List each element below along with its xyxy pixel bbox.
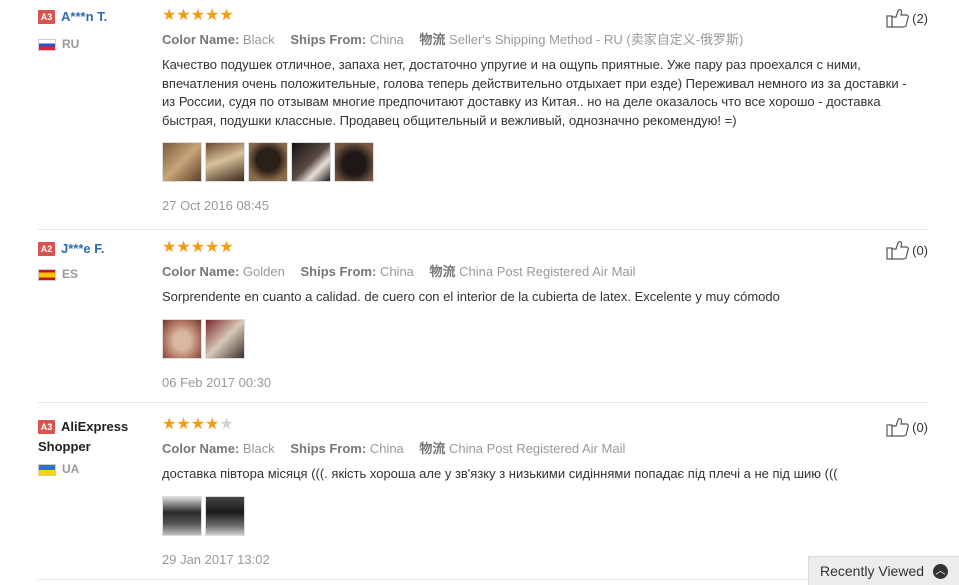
review-photo-thumbnail[interactable] [291,142,331,182]
reviewer-info: A3 A***n T. RU [38,8,158,51]
thumbs-up-icon [886,241,910,260]
ru-flag-icon [38,38,56,51]
thumbs-up-icon [886,418,910,437]
reviewer-country: UA [38,462,79,476]
star-rating: ★★★★★ [162,239,234,256]
helpful-button[interactable]: (0) [886,240,928,260]
helpful-count: (0) [912,419,928,435]
review-text: доставка півтора місяця (((. якість хоро… [162,466,838,481]
buyer-level-badge: A3 [38,10,55,24]
review-photo-thumbnail[interactable] [248,142,288,182]
order-attributes: Color Name: Black Ships From: China 物流 C… [162,441,626,456]
reviewer-info: A3 AliExpress Shopper UA [38,417,148,476]
review-text: Sorprendente en cuanto a calidad. de cue… [162,289,780,304]
helpful-count: (0) [912,242,928,258]
order-attributes: Color Name: Black Ships From: China 物流 S… [162,32,744,47]
star-rating: ★★★★★ [162,416,234,433]
buyer-level-badge: A3 [38,419,55,434]
review-photo-thumbnail[interactable] [205,142,245,182]
review-photos [162,495,922,536]
ua-flag-icon [38,463,56,476]
reviewer-info: A2 J***e F. ES [38,240,158,281]
chevron-up-icon: ︿ [933,563,949,579]
review-photo-thumbnail[interactable] [205,318,245,359]
review-photos [162,318,922,359]
review-date: 27 Oct 2016 08:45 [162,198,269,213]
review-photos [162,142,922,182]
reviewer-country: ES [38,267,78,281]
reviewer-country: RU [38,37,79,51]
reviewer-name[interactable]: A***n T. [61,9,107,24]
recently-viewed-tab[interactable]: Recently Viewed ︿ [808,556,959,585]
review-item: A3 AliExpress Shopper UA ★★★★★ Color Name… [38,417,928,580]
review-photo-thumbnail[interactable] [205,495,245,536]
buyer-level-badge: A2 [38,242,55,256]
review-photo-thumbnail[interactable] [162,495,202,536]
recently-viewed-label: Recently Viewed [820,563,925,579]
review-photo-thumbnail[interactable] [162,318,202,359]
helpful-button[interactable]: (0) [886,417,928,437]
helpful-button[interactable]: (2) [886,8,928,28]
review-text: Качество подушек отличное, запаха нет, д… [162,57,907,128]
review-date: 06 Feb 2017 00:30 [162,374,272,390]
order-attributes: Color Name: Golden Ships From: China 物流 … [162,264,636,279]
review-item: A3 A***n T. RU ★★★★★ Color Name: Black Sh… [38,8,928,230]
helpful-count: (2) [912,10,928,26]
reviewer-name[interactable]: J***e F. [61,241,104,256]
review-photo-thumbnail[interactable] [162,142,202,182]
review-photo-thumbnail[interactable] [334,142,374,182]
review-item: A2 J***e F. ES ★★★★★ Color Name: Golden S… [38,240,928,403]
es-flag-icon [38,268,56,281]
star-rating: ★★★★★ [162,7,234,24]
thumbs-up-icon [886,9,910,28]
